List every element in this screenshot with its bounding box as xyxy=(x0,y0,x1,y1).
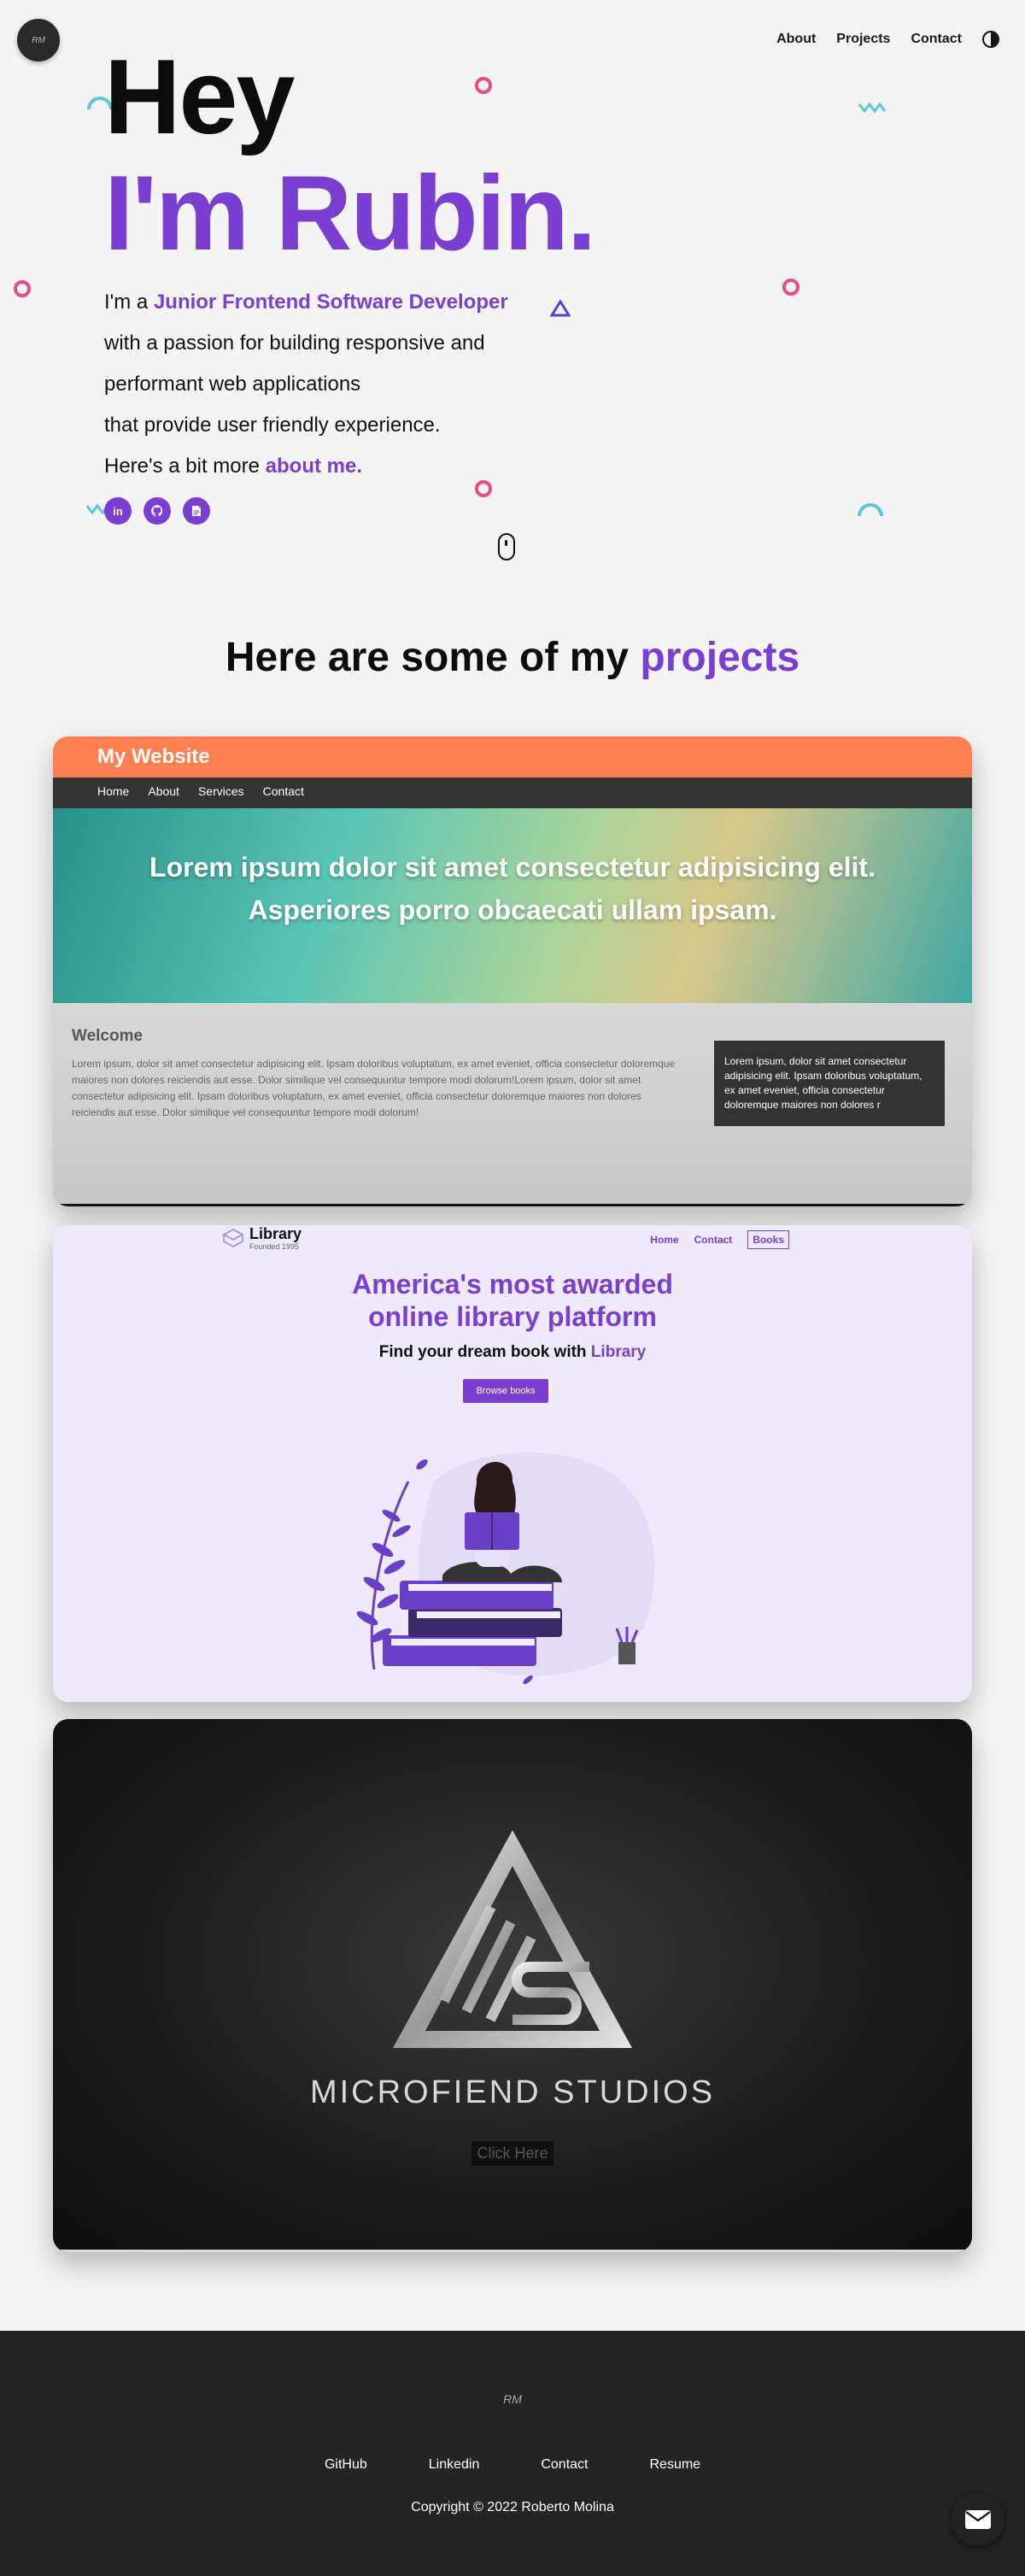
nav-projects-link[interactable]: Projects xyxy=(836,32,890,47)
intro-text: I'm a xyxy=(104,290,154,314)
footer-logo[interactable]: RM xyxy=(0,2392,1025,2406)
library-title-line: America's most awarded xyxy=(352,1269,673,1300)
library-nav-item: Home xyxy=(650,1234,679,1246)
library-logo-icon xyxy=(222,1229,244,1247)
pink-ring-decoration xyxy=(14,280,31,297)
theme-toggle-icon[interactable] xyxy=(982,31,999,48)
resume-icon[interactable] xyxy=(183,497,210,525)
library-nav-item: Books xyxy=(747,1230,789,1249)
projects-heading-highlight: projects xyxy=(640,635,800,680)
projects-heading-prefix: Here are some of my xyxy=(225,635,641,680)
library-subtitle-text: Find your dream book with xyxy=(378,1343,591,1361)
divider xyxy=(53,1204,972,1206)
footer-resume-link[interactable]: Resume xyxy=(649,2457,700,2473)
browse-books-button: Browse books xyxy=(463,1379,548,1403)
project1-aside: Lorem ipsum, dolor sit amet consectetur … xyxy=(714,1041,945,1126)
footer-linkedin-link[interactable]: Linkedin xyxy=(429,2457,480,2473)
divider xyxy=(53,2250,972,2252)
triangle-decoration xyxy=(550,299,571,317)
project1-nav: Home About Services Contact xyxy=(53,777,972,808)
intro-text: that provide user friendly experience. xyxy=(104,414,441,437)
linkedin-icon[interactable]: in xyxy=(104,497,132,525)
project1-banner-text: Asperiores porro obcaecati ullam ipsam. xyxy=(248,895,777,925)
pink-ring-decoration xyxy=(475,77,492,94)
scroll-mouse-icon[interactable] xyxy=(498,533,515,560)
library-nav: Home Contact Books xyxy=(650,1230,789,1249)
site-footer: RM GitHub Linkedin Contact Resume Copyri… xyxy=(0,2331,1025,2576)
hero-name: I'm Rubin. xyxy=(104,155,596,273)
project1-nav-item: Contact xyxy=(262,784,304,798)
teal-zigzag-decoration xyxy=(858,102,887,114)
intro-text: Here's a bit more xyxy=(104,455,266,478)
library-title: America's most awarded online library pl… xyxy=(53,1268,972,1333)
projects-heading: Here are some of my projects xyxy=(0,634,1025,681)
project-card-microfiend[interactable]: MICROFIEND STUDIOS Click Here xyxy=(53,1719,972,2252)
project1-nav-item: Home xyxy=(97,784,130,798)
library-subtitle-highlight: Library xyxy=(590,1343,647,1361)
footer-copyright: Copyright © 2022 Roberto Molina xyxy=(411,2500,614,2514)
top-nav: About Projects Contact xyxy=(776,31,999,48)
library-subtitle: Find your dream book with Library xyxy=(53,1343,972,1362)
nav-contact-link[interactable]: Contact xyxy=(911,32,962,47)
site-logo[interactable]: RM xyxy=(17,19,60,62)
footer-github-link[interactable]: GitHub xyxy=(325,2457,367,2473)
microfiend-name: MICROFIEND STUDIOS xyxy=(309,2074,716,2110)
nav-about-link[interactable]: About xyxy=(776,32,816,47)
microfiend-click-label: Click Here xyxy=(472,2141,554,2166)
hero-intro: I'm a Junior Frontend Software Developer… xyxy=(104,282,508,487)
project1-site-title: My Website xyxy=(53,736,972,777)
project1-banner: Lorem ipsum dolor sit amet consectetur a… xyxy=(53,808,972,1003)
social-links: in xyxy=(104,497,210,525)
hero-greeting: Hey xyxy=(104,38,295,156)
microfiend-logo xyxy=(393,1830,632,2048)
footer-links: GitHub Linkedin Contact Resume xyxy=(0,2457,1025,2473)
pink-ring-decoration xyxy=(782,279,800,296)
library-brand-sub: Founded 1995 xyxy=(249,1242,300,1251)
intro-role: Junior Frontend Software Developer xyxy=(153,290,508,314)
project1-body: Welcome Lorem ipsum, dolor sit amet cons… xyxy=(53,1003,972,1206)
library-brand-name: Library xyxy=(249,1225,302,1242)
reading-illustration xyxy=(356,1452,655,1685)
intro-text: performant web applications xyxy=(104,373,361,396)
project1-nav-item: Services xyxy=(197,784,244,798)
microfiend-click-button: Click Here xyxy=(53,2141,972,2166)
portfolio-page: RM About Projects Contact Hey I'm Rubin.… xyxy=(0,0,1025,2576)
teal-arc-decoration xyxy=(858,503,883,517)
logo-text: RM xyxy=(32,35,45,45)
project-card-library[interactable]: Library Founded 1995 Home Contact Books … xyxy=(53,1225,972,1702)
library-brand: Library Founded 1995 xyxy=(222,1225,302,1251)
github-icon[interactable] xyxy=(144,497,171,525)
mail-icon[interactable] xyxy=(952,2493,1004,2546)
library-nav-item: Contact xyxy=(694,1234,733,1246)
project1-body-text: Lorem ipsum, dolor sit amet consectetur … xyxy=(72,1058,676,1118)
about-me-link[interactable]: about me. xyxy=(266,455,362,478)
project-card-my-website[interactable]: My Website Home About Services Contact L… xyxy=(53,736,972,1206)
footer-contact-link[interactable]: Contact xyxy=(541,2457,588,2473)
library-title-line: online library platform xyxy=(368,1301,657,1332)
intro-text: with a passion for building responsive a… xyxy=(104,332,485,355)
project1-banner-text: Lorem ipsum dolor sit amet consectetur a… xyxy=(149,852,876,883)
project1-nav-item: About xyxy=(148,784,179,798)
